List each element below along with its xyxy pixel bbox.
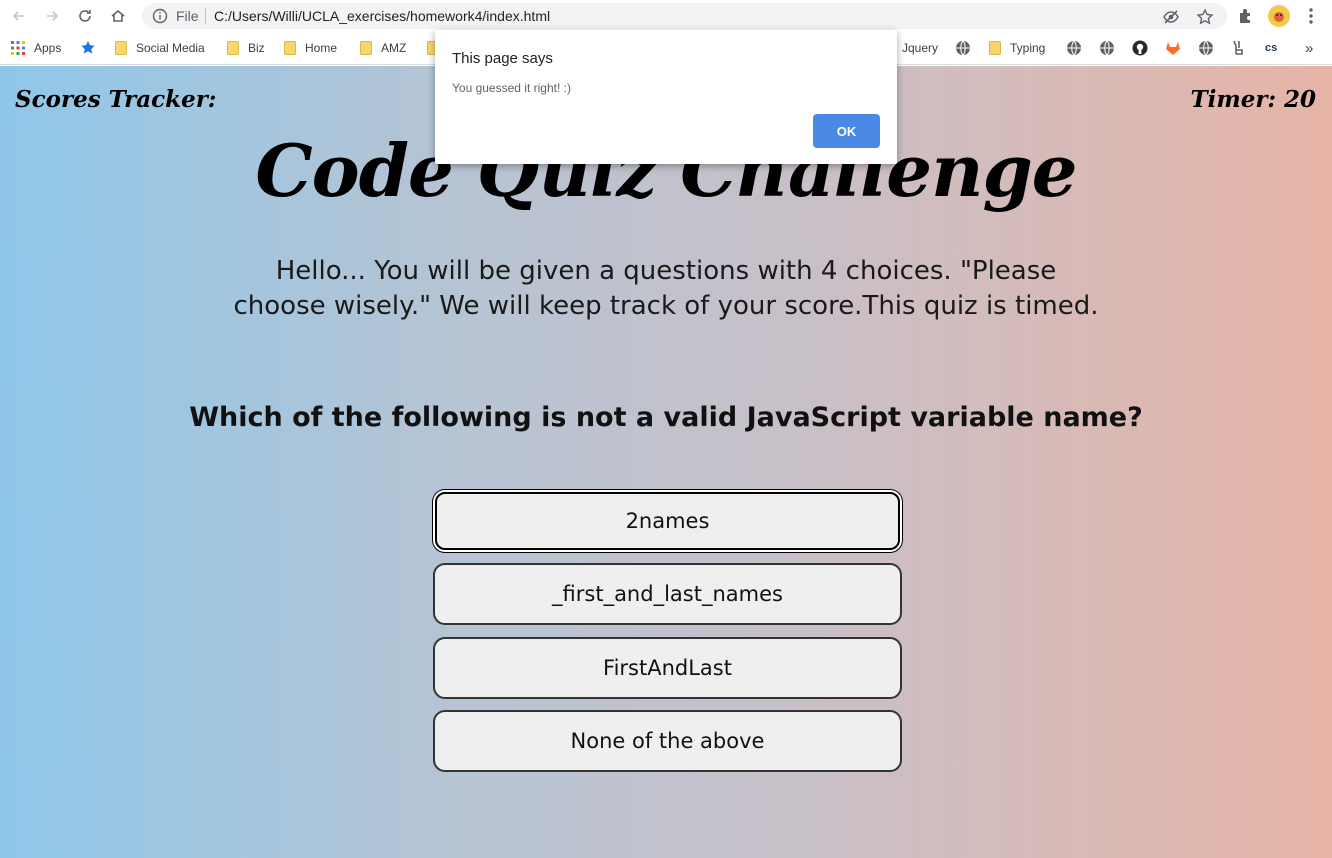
bookmark-biz[interactable]: Biz [227,39,265,57]
peace-hand-icon[interactable] [1231,40,1247,56]
bookmark-label: Jquery [902,41,939,55]
ok-button[interactable]: OK [813,114,880,148]
folder-icon [989,41,1001,55]
browser-toolbar: File C:/Users/Willi/UCLA_exercises/homew… [0,0,1332,32]
alert-dialog: This page says You guessed it right! :) … [435,30,897,164]
question-text: Which of the following is not a valid Ja… [189,402,1143,433]
timer-label: Timer: [1190,86,1276,113]
bookmark-apps[interactable]: Apps [11,39,61,57]
bookmark-label: Social Media [136,41,205,55]
bookmark-amz[interactable]: AMZ [360,39,406,57]
info-icon[interactable] [152,8,168,24]
bookmark-label: Apps [34,41,62,55]
extensions-puzzle-icon[interactable] [1235,5,1257,27]
profile-avatar[interactable] [1268,5,1290,27]
omnibox-divider [205,8,206,24]
timer-value: 20 [1283,86,1316,113]
dialog-message: You guessed it right! :) [452,81,571,95]
bookmark-cs[interactable]: CS [1265,39,1277,57]
bookmarks-overflow-chevron-icon[interactable]: » [1305,39,1313,57]
globe-icon[interactable] [1198,40,1214,56]
bookmark-label: Home [305,41,338,55]
scheme-label: File [176,8,199,24]
reload-icon[interactable] [74,5,96,27]
gitlab-icon[interactable] [1165,40,1181,56]
bookmark-home[interactable]: Home [284,39,337,57]
globe-icon[interactable] [1066,40,1082,56]
quiz-page: Scores Tracker: Timer: 20 Code Quiz Chal… [0,66,1332,858]
star-bookmark-icon[interactable] [80,40,96,56]
timer: Timer: 20 [1191,86,1316,113]
scores-tracker: Scores Tracker: [15,86,217,113]
github-icon[interactable] [1132,40,1148,56]
intro-text: Hello... You will be given a questions w… [233,256,1099,321]
bookmark-label: CS [1265,42,1278,54]
choice-button-2[interactable]: _first_and_last_names [433,563,902,625]
folder-icon [284,41,296,55]
dialog-title: This page says [452,50,553,67]
menu-kebab-icon[interactable] [1300,5,1322,27]
forward-arrow-icon[interactable] [41,5,63,27]
bookmark-label: Biz [248,41,265,55]
bookmark-social-media[interactable]: Social Media [115,39,205,57]
address-bar[interactable]: File C:/Users/Willi/UCLA_exercises/homew… [142,3,1227,29]
choice-button-1[interactable]: 2names [433,490,902,552]
url-text[interactable]: C:/Users/Willi/UCLA_exercises/homework4/… [214,8,550,24]
bookmark-star-icon[interactable] [1196,8,1214,26]
overflow-label: » [1305,39,1314,57]
eye-crossed-icon[interactable] [1162,8,1180,26]
globe-icon[interactable] [955,40,971,56]
folder-icon [115,41,127,55]
bookmark-jquery[interactable]: Jquery [902,39,938,57]
home-icon[interactable] [107,5,129,27]
choice-button-4[interactable]: None of the above [433,710,902,772]
back-arrow-icon[interactable] [8,5,30,27]
choice-button-3[interactable]: FirstAndLast [433,637,902,699]
apps-grid-icon [11,41,25,55]
bookmark-typing[interactable]: Typing [989,39,1045,57]
bookmark-label: Typing [1010,41,1046,55]
bookmark-label: AMZ [381,41,407,55]
folder-icon [360,41,372,55]
folder-icon [227,41,239,55]
globe-icon[interactable] [1099,40,1115,56]
